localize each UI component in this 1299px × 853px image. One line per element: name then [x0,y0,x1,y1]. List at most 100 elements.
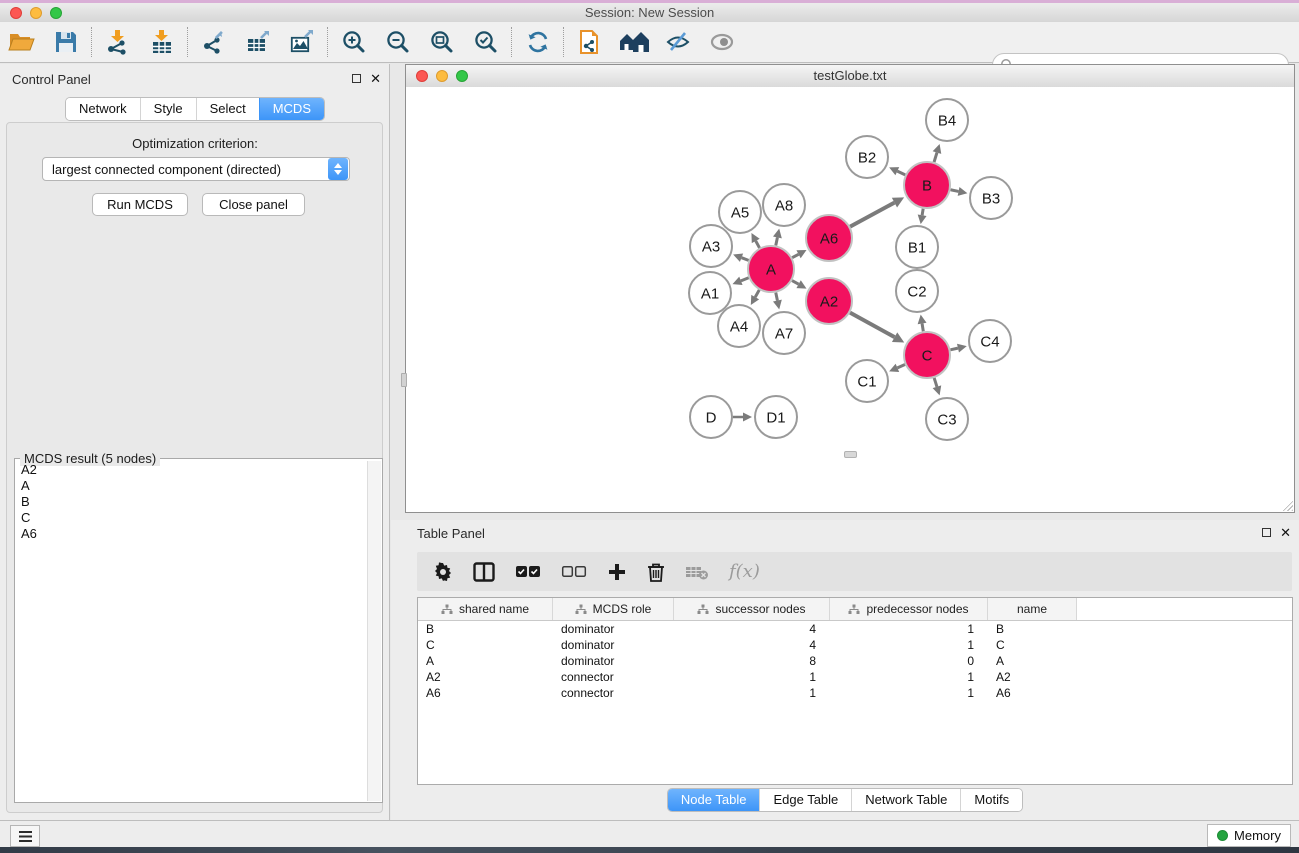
float-panel-icon[interactable] [1262,528,1271,537]
optimization-criterion-select[interactable]: largest connected component (directed) [42,157,350,181]
table-cell[interactable]: dominator [553,622,674,636]
float-panel-icon[interactable] [352,74,361,83]
close-panel-icon[interactable]: ✕ [370,73,381,84]
add-column-icon[interactable] [607,562,627,582]
table-options-icon[interactable] [433,562,453,582]
deselect-all-icon[interactable] [561,565,587,579]
close-panel-icon[interactable]: ✕ [1280,527,1291,538]
task-history-button[interactable] [10,825,40,847]
minimize-window-button[interactable] [30,7,42,19]
run-mcds-button[interactable]: Run MCDS [92,193,188,216]
delete-table-icon[interactable] [685,564,709,580]
table-cell[interactable]: 1 [674,686,830,700]
network-graph[interactable]: B4B2BB3A8A5A6A3B1AC2A1A2A4A7C4CC1DD1C3 [406,87,1294,512]
result-list-item[interactable]: B [16,494,367,510]
result-list-scrollbar[interactable] [367,461,381,801]
column-header-shared-name[interactable]: shared name [418,598,553,620]
table-cell[interactable]: dominator [553,638,674,652]
table-cell[interactable]: connector [553,686,674,700]
graph-node-A5[interactable]: A5 [719,191,761,233]
table-cell[interactable]: dominator [553,654,674,668]
open-file-icon[interactable] [0,25,44,59]
tab-network-table[interactable]: Network Table [851,789,960,811]
edge-A-A3[interactable] [742,258,749,261]
graph-node-B[interactable]: B [904,162,950,208]
edge-A-A2[interactable] [792,281,799,285]
edge-A-A4[interactable] [755,290,759,297]
network-canvas[interactable]: B4B2BB3A8A5A6A3B1AC2A1A2A4A7C4CC1DD1C3 [406,87,1294,512]
edge-A-A6[interactable] [792,254,798,257]
table-cell[interactable]: C [418,638,553,652]
table-cell[interactable]: 4 [674,622,830,636]
edge-C-C3[interactable] [934,378,937,387]
result-list-item[interactable]: A2 [16,462,367,478]
close-panel-button[interactable]: Close panel [202,193,305,216]
column-header-name[interactable]: name [988,598,1077,620]
split-panel-icon[interactable] [473,562,495,582]
tab-motifs[interactable]: Motifs [960,789,1022,811]
zoom-window-button[interactable] [50,7,62,19]
export-table-icon[interactable] [236,25,280,59]
graph-node-A[interactable]: A [748,246,794,292]
horizontal-splitter-handle[interactable] [844,451,857,458]
graph-node-A6[interactable]: A6 [806,215,852,261]
function-builder-icon[interactable]: f(x) [729,561,760,582]
graph-node-A3[interactable]: A3 [690,225,732,267]
new-network-from-selection-icon[interactable] [568,25,612,59]
graph-node-C4[interactable]: C4 [969,320,1011,362]
column-header-MCDS-role[interactable]: MCDS role [553,598,674,620]
tab-select[interactable]: Select [196,98,259,120]
graph-node-B2[interactable]: B2 [846,136,888,178]
table-cell[interactable]: A2 [418,670,553,684]
save-session-icon[interactable] [44,25,88,59]
table-cell[interactable]: 1 [674,670,830,684]
graph-node-B4[interactable]: B4 [926,99,968,141]
table-row[interactable]: Cdominator41C [418,637,1292,653]
table-row[interactable]: Bdominator41B [418,621,1292,637]
table-row[interactable]: A2connector11A2 [418,669,1292,685]
graph-node-C1[interactable]: C1 [846,360,888,402]
birds-eye-view-icon[interactable] [700,25,744,59]
graph-node-A8[interactable]: A8 [763,184,805,226]
table-cell[interactable]: 4 [674,638,830,652]
table-cell[interactable]: 8 [674,654,830,668]
table-row[interactable]: Adominator80A [418,653,1292,669]
import-network-icon[interactable] [96,25,140,59]
graph-node-A2[interactable]: A2 [806,278,852,324]
graph-node-A1[interactable]: A1 [689,272,731,314]
table-cell[interactable]: A6 [988,686,1077,700]
tab-edge-table[interactable]: Edge Table [759,789,851,811]
edge-B-B2[interactable] [897,171,905,175]
table-cell[interactable]: A [418,654,553,668]
table-cell[interactable]: A2 [988,670,1077,684]
export-network-icon[interactable] [192,25,236,59]
table-cell[interactable]: 1 [830,686,988,700]
table-cell[interactable]: connector [553,670,674,684]
tab-node-table[interactable]: Node Table [668,789,760,811]
mcds-result-list[interactable]: A2ABCA6 [16,462,367,801]
result-list-item[interactable]: A6 [16,526,367,542]
edge-C-C1[interactable] [897,365,905,368]
tab-mcds[interactable]: MCDS [259,98,324,120]
vertical-splitter-handle[interactable] [401,373,407,387]
graph-node-C3[interactable]: C3 [926,398,968,440]
graph-node-B3[interactable]: B3 [970,177,1012,219]
graph-node-B1[interactable]: B1 [896,226,938,268]
edge-A-A8[interactable] [776,237,778,245]
first-neighbors-icon[interactable] [612,25,656,59]
import-table-icon[interactable] [140,25,184,59]
graph-node-C2[interactable]: C2 [896,270,938,312]
node-table[interactable]: shared nameMCDS rolesuccessor nodesprede… [417,597,1293,785]
edge-A-A1[interactable] [741,278,749,281]
column-header-predecessor-nodes[interactable]: predecessor nodes [830,598,988,620]
minimize-network-window-button[interactable] [436,70,448,82]
graph-node-D1[interactable]: D1 [755,396,797,438]
tab-network[interactable]: Network [66,98,140,120]
table-cell[interactable]: C [988,638,1077,652]
zoom-selected-icon[interactable] [464,25,508,59]
graph-node-A7[interactable]: A7 [763,312,805,354]
memory-button[interactable]: Memory [1207,824,1291,847]
graph-node-C[interactable]: C [904,332,950,378]
graph-node-D[interactable]: D [690,396,732,438]
network-window-titlebar[interactable]: testGlobe.txt [406,65,1294,88]
